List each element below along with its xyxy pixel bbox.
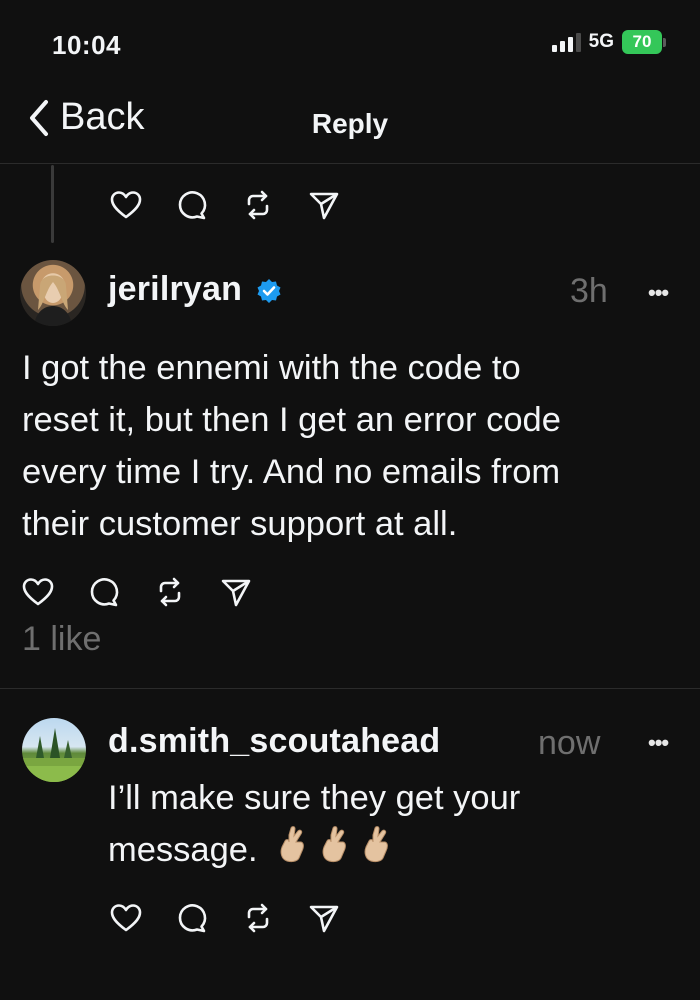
post-actions (16, 570, 258, 614)
comment-icon (90, 578, 119, 607)
like-button[interactable] (16, 570, 60, 614)
cellular-signal-icon (551, 32, 581, 52)
post-divider (0, 688, 700, 689)
post-body-line: I got the ennemi with the code to (22, 349, 521, 387)
thread-connector-line (51, 165, 54, 243)
post-body-line: reset it, but then I get an error code (22, 401, 561, 439)
share-icon (221, 579, 251, 607)
post-body-line: every time I try. And no emails from (22, 453, 561, 491)
comment-button[interactable] (170, 183, 214, 227)
like-count[interactable]: 1 like (22, 620, 101, 659)
repost-button[interactable] (148, 570, 192, 614)
parent-post-actions (104, 183, 346, 227)
reply-body-line: message. (108, 831, 258, 869)
more-icon: ••• (648, 730, 669, 755)
network-type: 5G (588, 31, 614, 52)
post-timestamp: 3h (570, 272, 608, 310)
repost-icon (247, 903, 269, 933)
heart-icon (110, 191, 142, 219)
more-icon: ••• (648, 280, 669, 305)
reply-body: I’ll make sure they get your message. (108, 772, 520, 878)
page-title: Reply (311, 108, 389, 139)
reply-body-line-2: message. (108, 824, 520, 878)
avatar-landscape (22, 728, 86, 782)
more-options-button[interactable]: ••• (648, 730, 669, 756)
post-body: I got the ennemi with the code to reset … (22, 342, 561, 550)
repost-button[interactable] (236, 183, 280, 227)
verified-badge-icon (257, 279, 281, 304)
share-icon (309, 192, 339, 220)
repost-icon (247, 190, 269, 220)
avatar[interactable] (20, 260, 86, 326)
crossed-fingers-icon (361, 825, 393, 878)
status-time: 10:04 (52, 30, 121, 60)
like-button[interactable] (104, 183, 148, 227)
crossed-fingers-icon (319, 825, 351, 878)
avatar-portrait (34, 275, 72, 326)
comment-icon (178, 904, 207, 933)
like-button[interactable] (104, 896, 148, 940)
comment-button[interactable] (170, 896, 214, 940)
battery-icon: 70 (622, 30, 666, 54)
share-icon (309, 905, 339, 933)
comment-button[interactable] (82, 570, 126, 614)
heart-icon (110, 904, 142, 932)
post-body-line: their customer support at all. (22, 505, 458, 543)
reply-timestamp: now (538, 724, 601, 762)
threads-reply-screen: 10:04 5G 70 Back Reply jerilryan 3h ••• … (0, 0, 700, 1000)
battery-level: 70 (622, 30, 662, 54)
repost-button[interactable] (236, 896, 280, 940)
heart-icon (22, 578, 54, 606)
nav-header: Back Reply (0, 90, 700, 164)
share-button[interactable] (302, 896, 346, 940)
status-indicators: 5G 70 (551, 30, 666, 54)
reply-actions (104, 896, 346, 940)
avatar[interactable] (22, 718, 86, 782)
reply-body-line: I’ll make sure they get your (108, 779, 521, 817)
share-button[interactable] (302, 183, 346, 227)
repost-icon (159, 577, 181, 607)
comment-icon (178, 191, 207, 220)
reply-author-username[interactable]: d.smith_scoutahead (108, 722, 440, 761)
crossed-fingers-icon (277, 825, 309, 878)
post-author-username[interactable]: jerilryan (108, 270, 282, 309)
share-button[interactable] (214, 570, 258, 614)
more-options-button[interactable]: ••• (648, 280, 669, 306)
